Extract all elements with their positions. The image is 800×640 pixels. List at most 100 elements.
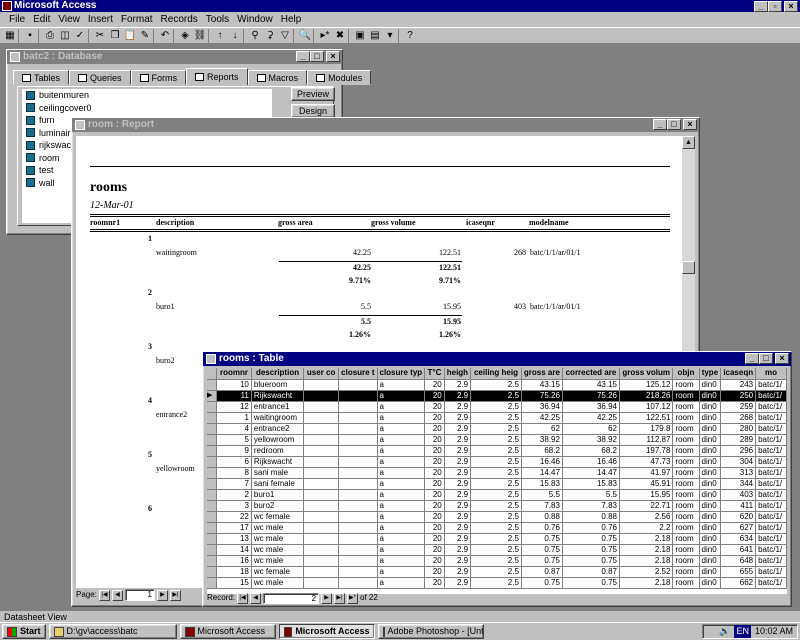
record-selector[interactable]	[207, 423, 218, 435]
table-cell[interactable]: batc/1/	[755, 522, 787, 534]
previous-page-button[interactable]: ◀	[111, 589, 123, 601]
menu-insert[interactable]: Insert	[85, 14, 116, 25]
tab-modules[interactable]: Modules	[307, 70, 372, 85]
table-cell[interactable]: 20	[424, 390, 445, 402]
table-cell[interactable]: 197.78	[619, 445, 674, 457]
last-page-button[interactable]: ▶|	[169, 589, 181, 601]
table-cell[interactable]: 20	[424, 412, 445, 424]
menu-view[interactable]: View	[55, 14, 83, 25]
table-cell[interactable]: 296	[720, 445, 757, 457]
table-cell[interactable]: 2.9	[444, 489, 472, 501]
table-cell[interactable]: 16.46	[521, 456, 563, 468]
table-cell[interactable]: 107.12	[619, 401, 674, 413]
table-cell[interactable]: buro2	[251, 500, 305, 512]
table-cell[interactable]: batc/1/	[755, 445, 787, 457]
table-cell[interactable]: 36.94	[562, 401, 621, 413]
table-cell[interactable]: batc/1/	[755, 544, 787, 556]
table-cell[interactable]: 662	[720, 577, 757, 589]
table-cell[interactable]: 2.2	[619, 522, 674, 534]
column-header[interactable]: mo	[755, 368, 787, 380]
table-cell[interactable]: 17	[216, 522, 252, 534]
table-cell[interactable]: din0	[699, 566, 722, 578]
new-record-icon[interactable]: ▸*	[318, 29, 332, 43]
column-header[interactable]: user co	[303, 368, 340, 380]
table-cell[interactable]: 2.52	[619, 566, 674, 578]
table-cell[interactable]: 7.83	[562, 500, 621, 512]
table-cell[interactable]: 43.15	[562, 379, 621, 391]
table-cell[interactable]: 20	[424, 423, 445, 435]
sort-ascending-icon[interactable]: ↑	[213, 29, 227, 43]
table-cell[interactable]: 20	[424, 522, 445, 534]
table-cell[interactable]: 4	[216, 423, 252, 435]
table-cell[interactable]: 7.83	[521, 500, 563, 512]
table-cell[interactable]: 403	[720, 489, 757, 501]
table-cell[interactable]: din0	[699, 412, 722, 424]
restore-button[interactable]: ▫	[768, 1, 782, 12]
table-cell[interactable]: 2.5	[470, 566, 522, 578]
table-cell[interactable]: 15.83	[521, 478, 563, 490]
table-cell[interactable]: a	[377, 434, 426, 446]
table-cell[interactable]: sani female	[251, 478, 305, 490]
table-cell[interactable]: a	[377, 555, 426, 567]
table-cell[interactable]: 2.5	[470, 511, 522, 523]
column-header[interactable]: heigh	[444, 368, 472, 380]
table-cell[interactable]: 2.5	[470, 456, 522, 468]
scroll-up-button[interactable]: ▲	[682, 136, 695, 149]
table-cell[interactable]: 2.9	[444, 577, 472, 589]
table-cell[interactable]	[303, 445, 340, 457]
table-cell[interactable]: 2.9	[444, 467, 472, 479]
table-cell[interactable]: din0	[699, 500, 722, 512]
table-row[interactable]: 6 Rijkswacht a 20 2.9 2.5 16.46 16.46 47.73 room d…	[207, 456, 787, 468]
tab-reports[interactable]: Reports	[186, 68, 248, 85]
table-cell[interactable]: a	[377, 445, 426, 457]
table-cell[interactable]: wc female	[251, 566, 305, 578]
table-cell[interactable]: a	[377, 533, 426, 545]
table-cell[interactable]: a	[377, 379, 426, 391]
previous-record-button[interactable]: ◀	[250, 592, 262, 604]
table-cell[interactable]: din0	[699, 401, 722, 413]
table-cell[interactable]	[338, 467, 378, 479]
table-cell[interactable]: 2.5	[470, 379, 522, 391]
table-cell[interactable]: a	[377, 522, 426, 534]
table-cell[interactable]: room	[672, 489, 700, 501]
column-header[interactable]: corrected are	[562, 368, 621, 380]
table-cell[interactable]: 2.9	[444, 511, 472, 523]
table-cell[interactable]: batc/1/	[755, 434, 787, 446]
table-cell[interactable]: 2.18	[619, 555, 674, 567]
table-cell[interactable]: 20	[424, 456, 445, 468]
cut-icon[interactable]: ✂	[93, 29, 107, 43]
taskbar-item[interactable]: D:\gv\access\batc	[48, 624, 177, 639]
table-cell[interactable]: 16.46	[562, 456, 621, 468]
table-cell[interactable]: 2.5	[470, 544, 522, 556]
print-icon[interactable]: ⎙	[43, 29, 57, 43]
table-cell[interactable]: 0.75	[562, 577, 621, 589]
table-cell[interactable]: batc/1/	[755, 401, 787, 413]
table-cell[interactable]: 2.9	[444, 412, 472, 424]
table-cell[interactable]: 14.47	[562, 467, 621, 479]
database-window-icon[interactable]: ▣	[353, 29, 367, 43]
table-cell[interactable]: 20	[424, 434, 445, 446]
table-cell[interactable]	[338, 390, 378, 402]
column-header[interactable]: ceiling heig	[470, 368, 522, 380]
table-cell[interactable]	[303, 566, 340, 578]
apply-filter-icon[interactable]: ▽	[278, 29, 292, 43]
table-cell[interactable]: a	[377, 500, 426, 512]
table-cell[interactable]: a	[377, 390, 426, 402]
column-header[interactable]: closure typ	[377, 368, 426, 380]
table-cell[interactable]: 0.75	[521, 533, 563, 545]
record-selector[interactable]	[207, 577, 218, 589]
record-selector[interactable]	[207, 379, 218, 391]
table-cell[interactable]: 218.26	[619, 390, 674, 402]
table-row[interactable]: 8 sani male a 20 2.9 2.5 14.47 14.47 41.97 room di…	[207, 467, 787, 479]
record-selector[interactable]	[207, 544, 218, 556]
table-cell[interactable]: 0.88	[562, 511, 621, 523]
format-painter-icon[interactable]: ✎	[138, 29, 152, 43]
record-selector[interactable]	[207, 500, 218, 512]
table-cell[interactable]: 75.26	[521, 390, 563, 402]
table-cell[interactable]: 14.47	[521, 467, 563, 479]
table-cell[interactable]: room	[672, 577, 700, 589]
table-cell[interactable]: din0	[699, 511, 722, 523]
table-cell[interactable]: batc/1/	[755, 379, 787, 391]
column-header[interactable]: type	[699, 368, 722, 380]
table-cell[interactable]: a	[377, 544, 426, 556]
